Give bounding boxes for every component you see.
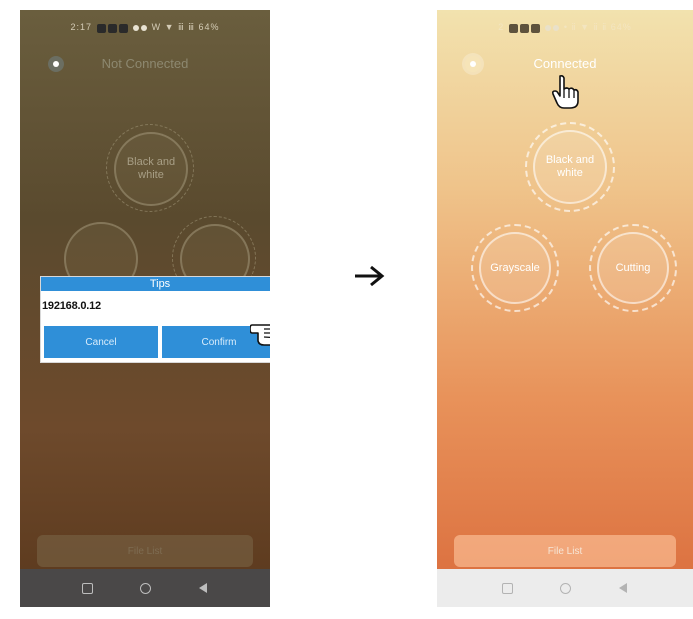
mode-black-and-white-button[interactable]: Black and white bbox=[533, 130, 607, 204]
status-right: W ▼ ⅲ ⅲ 64% bbox=[151, 22, 220, 32]
phone-screen-before: 2:17 W ▼ ⅲ ⅲ 64% Not Connected Black and… bbox=[20, 10, 270, 607]
nav-back-icon[interactable] bbox=[197, 582, 209, 594]
android-nav-bar bbox=[437, 569, 693, 607]
arrow-right-icon bbox=[355, 265, 385, 287]
status-right: • ⅱ ▼ ⅱ ⅱ 64% bbox=[563, 22, 632, 32]
status-notification-icons bbox=[96, 23, 149, 33]
connection-status: Connected bbox=[533, 56, 597, 71]
notification-dot-icon bbox=[133, 25, 140, 32]
notification-icon bbox=[96, 23, 106, 33]
notification-icon bbox=[508, 23, 518, 33]
notification-icon bbox=[530, 23, 540, 33]
android-nav-bar bbox=[20, 569, 270, 607]
notification-icon bbox=[519, 23, 529, 33]
nav-home-icon[interactable] bbox=[559, 582, 571, 594]
nav-recent-icon[interactable] bbox=[81, 582, 93, 594]
status-bar: 2:17 W ▼ ⅲ ⅲ 64% bbox=[20, 22, 270, 38]
ip-tips-dialog: Tips 192168.0.12 Cancel Confirm bbox=[40, 276, 270, 363]
mode-cutting-button[interactable]: Cutting bbox=[597, 232, 669, 304]
ip-address-input[interactable]: 192168.0.12 bbox=[41, 291, 270, 323]
nav-home-icon[interactable] bbox=[139, 582, 151, 594]
mode-grayscale-button[interactable]: Grayscale bbox=[479, 232, 551, 304]
cancel-button[interactable]: Cancel bbox=[44, 326, 158, 358]
nav-recent-icon[interactable] bbox=[501, 582, 513, 594]
notification-icon bbox=[107, 23, 117, 33]
status-time: 2 bbox=[498, 22, 505, 32]
connection-status: Not Connected bbox=[101, 56, 189, 71]
file-list-button[interactable]: File List bbox=[454, 535, 676, 567]
status-time: 2:17 bbox=[70, 22, 93, 32]
dialog-title: Tips bbox=[41, 277, 270, 291]
notification-dot-icon bbox=[141, 25, 148, 32]
status-notification-icons bbox=[508, 23, 561, 33]
notification-dot-icon bbox=[545, 25, 552, 32]
phone-screen-after: 2 • ⅱ ▼ ⅱ ⅱ 64% Connected Black and whit… bbox=[437, 10, 693, 607]
file-list-button[interactable]: File List bbox=[37, 535, 253, 567]
hand-pointer-icon bbox=[551, 74, 579, 109]
hand-pointer-icon bbox=[250, 324, 270, 346]
status-bar: 2 • ⅱ ▼ ⅱ ⅱ 64% bbox=[437, 22, 693, 38]
notification-dot-icon bbox=[553, 25, 560, 32]
notification-icon bbox=[118, 23, 128, 33]
mode-black-and-white-button[interactable]: Black and white bbox=[114, 132, 188, 206]
nav-back-icon[interactable] bbox=[617, 582, 629, 594]
